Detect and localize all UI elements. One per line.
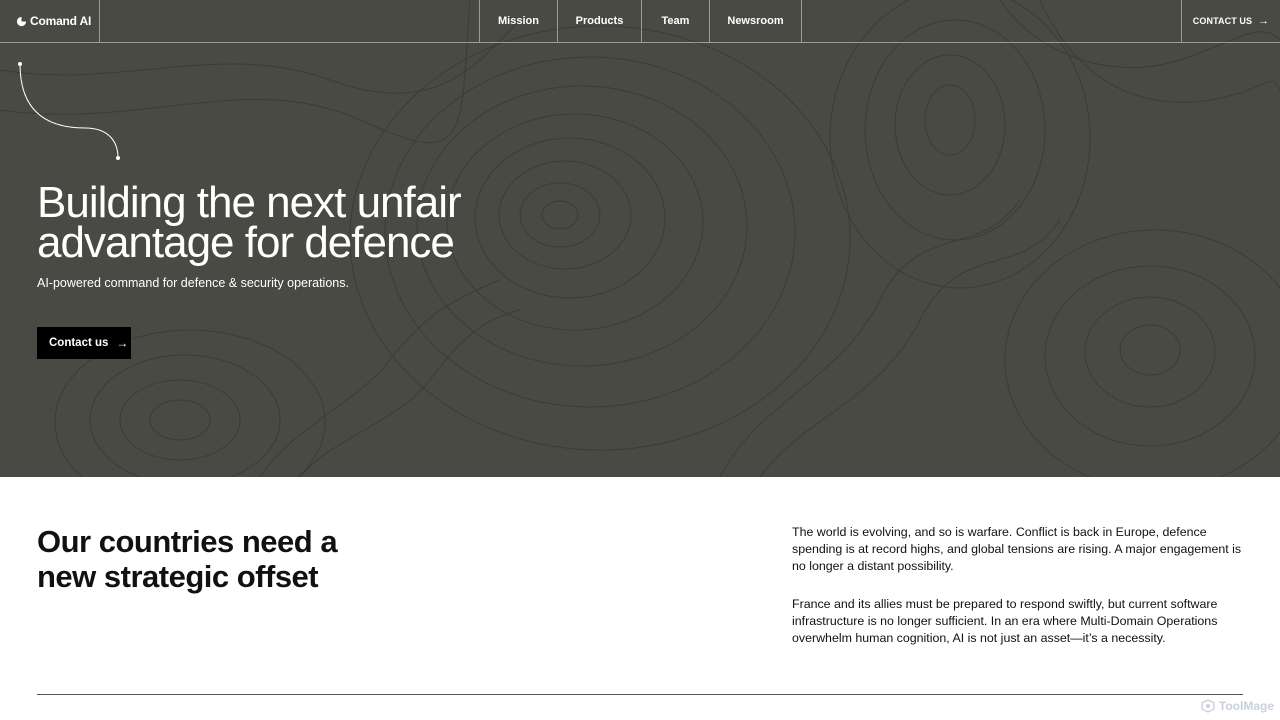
arrow-right-icon: → [1258,15,1270,27]
hero-title: Building the next unfair advantage for d… [37,178,597,267]
hero-section: Comand AI Mission Products Team Newsroom… [0,0,1280,477]
arrow-right-icon: → [116,336,129,350]
hero-title-line-1: Building the next unfair [37,178,462,227]
watermark-text: ToolMage [1218,699,1274,713]
nav-contact-label: CONTACT US [1192,16,1253,26]
section-title: Our countries need a new strategic offse… [37,524,457,594]
section-paragraph-2: France and its allies must be prepared t… [792,597,1218,645]
brand-logo-icon [16,16,27,26]
watermark: ToolMage [1201,699,1274,713]
brand-name: Comand AI [30,14,92,28]
decorative-curve [18,62,120,160]
section-divider [37,694,1243,695]
nav-link-products[interactable]: Products [558,0,642,42]
section-title-line-1: Our countries need a [37,524,338,559]
section-body: The world is evolving, and so is warfare… [792,524,1242,647]
nav-links: Mission Products Team Newsroom [479,0,802,42]
top-navigation: Comand AI Mission Products Team Newsroom… [0,0,1280,43]
nav-link-newsroom[interactable]: Newsroom [710,0,802,42]
section-paragraph-1: The world is evolving, and so is warfare… [792,525,1242,573]
watermark-icon [1201,699,1215,713]
nav-contact-button[interactable]: CONTACT US → [1181,0,1280,42]
hero-contact-label: Contact us [49,337,109,349]
hero-subtitle: AI-powered command for defence & securit… [37,276,349,290]
section-title-line-2: new strategic offset [37,559,319,594]
hero-contact-button[interactable]: Contact us → [37,327,131,359]
brand-logo[interactable]: Comand AI [0,0,100,42]
nav-link-team[interactable]: Team [642,0,710,42]
hero-title-line-2: advantage for defence [37,218,455,267]
nav-link-mission[interactable]: Mission [480,0,558,42]
